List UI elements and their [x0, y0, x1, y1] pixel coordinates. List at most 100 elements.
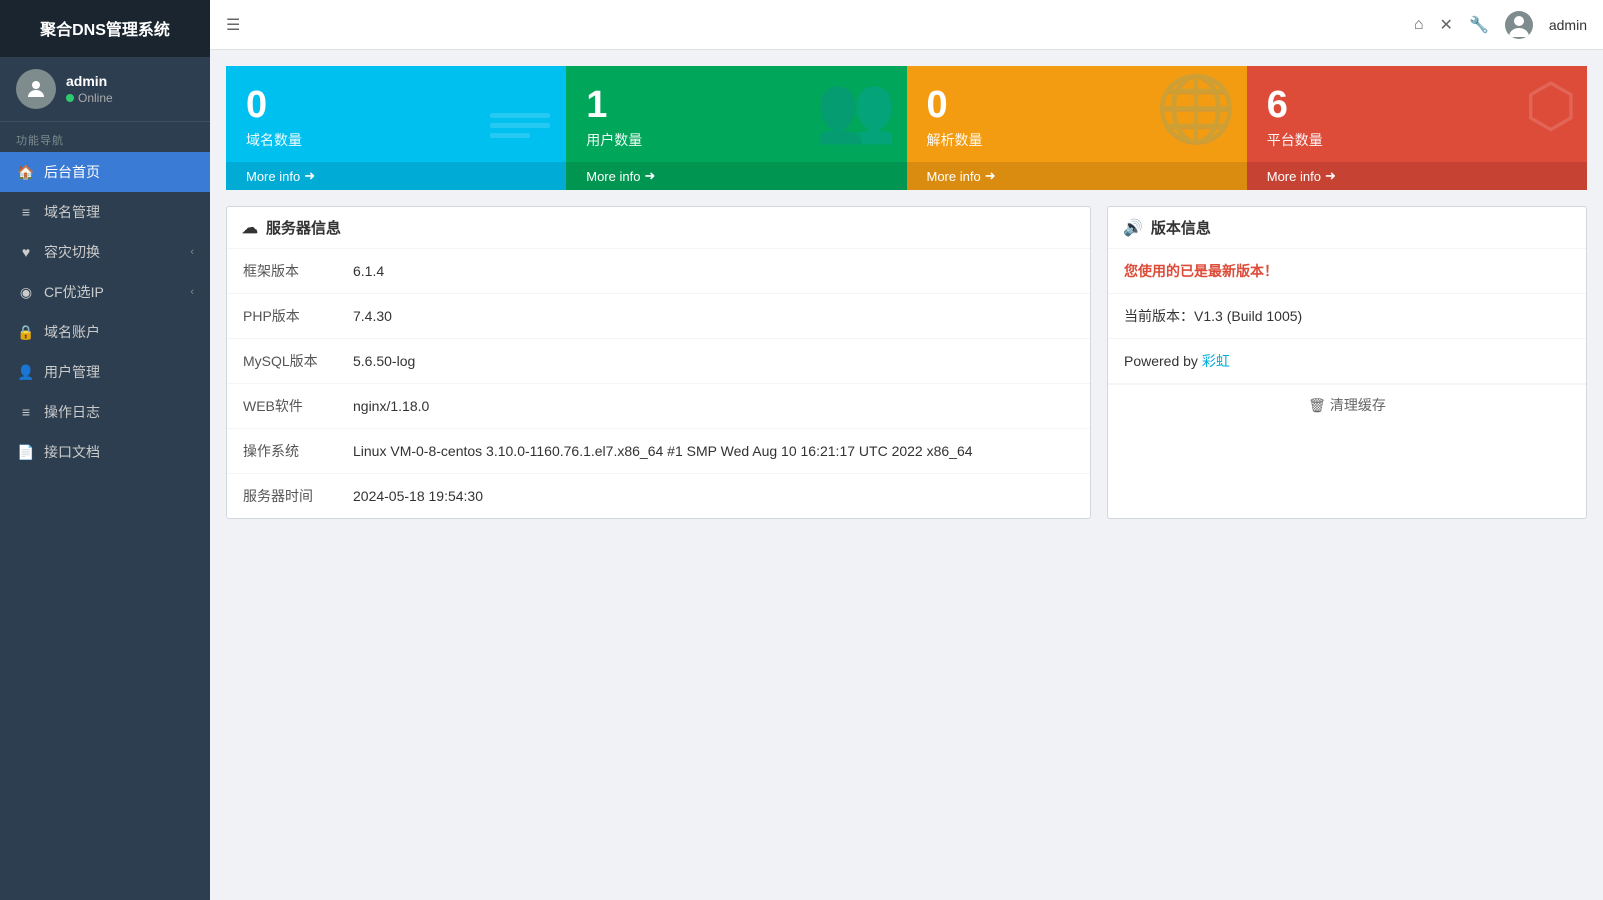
stat-more-info-resolve[interactable]: More info ➜: [907, 162, 1247, 190]
sidebar-icon-logs: ≡: [16, 404, 36, 420]
main-area: ☰ ⌂ ✕ 🔧 admin 0 域名数量 More info ➜ 1 用户数量 …: [210, 0, 1603, 900]
table-row: 服务器时间2024-05-18 19:54:30: [227, 474, 1090, 519]
sidebar-user: admin Online: [0, 57, 210, 122]
more-info-text-users: More info: [586, 169, 640, 184]
info-key: MySQL版本: [227, 339, 337, 384]
info-value: 7.4.30: [337, 294, 1090, 339]
clear-cache-button[interactable]: 🗑 清理缓存: [1108, 384, 1586, 425]
powered-by-prefix: Powered by: [1124, 353, 1202, 369]
sidebar-label-apidoc: 接口文档: [44, 442, 194, 462]
current-version: 当前版本：V1.3 (Build 1005): [1108, 294, 1586, 339]
avatar: [16, 69, 56, 109]
server-info-body: 框架版本6.1.4PHP版本7.4.30MySQL版本5.6.50-logWEB…: [227, 249, 1090, 518]
sidebar-item-switch[interactable]: ♥ 容灾切换 ‹: [0, 232, 210, 272]
close-icon[interactable]: ✕: [1440, 15, 1453, 35]
sidebar-item-cf[interactable]: ◉ CF优选IP ‹: [0, 272, 210, 312]
sidebar: 聚合DNS管理系统 admin Online 功能导航 🏠 后台首页 ≡ 域名管…: [0, 0, 210, 900]
stat-more-info-users[interactable]: More info ➜: [566, 162, 906, 190]
sidebar-label-logs: 操作日志: [44, 402, 194, 422]
sidebar-status: Online: [66, 91, 113, 105]
stat-label-platform: 平台数量: [1267, 130, 1567, 150]
sidebar-label-domain: 域名管理: [44, 202, 194, 222]
table-row: MySQL版本5.6.50-log: [227, 339, 1090, 384]
sidebar-icon-domain: ≡: [16, 204, 36, 220]
arrow-icon-platform: ➜: [1325, 168, 1336, 184]
more-info-text-resolve: More info: [927, 169, 981, 184]
sidebar-item-users[interactable]: 👤 用户管理: [0, 352, 210, 392]
topbar-right: ⌂ ✕ 🔧 admin: [1414, 11, 1587, 39]
info-key: 框架版本: [227, 249, 337, 294]
more-info-text-domains: More info: [246, 169, 300, 184]
stats-row: 0 域名数量 More info ➜ 1 用户数量 👥 More info ➜ …: [226, 66, 1587, 190]
latest-version-msg: 您使用的已是最新版本！: [1108, 249, 1586, 294]
version-info-body: 您使用的已是最新版本！ 当前版本：V1.3 (Build 1005) Power…: [1108, 249, 1586, 425]
info-value: 2024-05-18 19:54:30: [337, 474, 1090, 519]
status-dot: [66, 94, 74, 102]
sidebar-label-home: 后台首页: [44, 162, 194, 182]
sidebar-icon-account: 🔒: [16, 324, 36, 341]
server-info-header: ☁ 服务器信息: [227, 207, 1090, 249]
stat-more-info-platform[interactable]: More info ➜: [1247, 162, 1587, 190]
tool-icon[interactable]: 🔧: [1469, 15, 1489, 35]
info-value: nginx/1.18.0: [337, 384, 1090, 429]
stat-card-platform: 6 平台数量 ⬡ More info ➜: [1247, 66, 1587, 190]
arrow-icon-domains: ➜: [304, 168, 315, 184]
sidebar-section-label: 功能导航: [0, 122, 210, 152]
content-area: 0 域名数量 More info ➜ 1 用户数量 👥 More info ➜ …: [210, 50, 1603, 900]
chevron-icon-cf: ‹: [190, 286, 194, 298]
sidebar-icon-users: 👤: [16, 364, 36, 381]
speaker-icon: 🔊: [1123, 218, 1143, 238]
sidebar-item-apidoc[interactable]: 📄 接口文档: [0, 432, 210, 472]
sidebar-label-users: 用户管理: [44, 362, 194, 382]
topbar: ☰ ⌂ ✕ 🔧 admin: [210, 0, 1603, 50]
sidebar-item-logs[interactable]: ≡ 操作日志: [0, 392, 210, 432]
sidebar-icon-cf: ◉: [16, 284, 36, 301]
arrow-icon-resolve: ➜: [985, 168, 996, 184]
status-text: Online: [78, 91, 113, 105]
stat-card-users: 1 用户数量 👥 More info ➜: [566, 66, 906, 190]
server-info-title: 服务器信息: [266, 217, 341, 238]
cloud-icon: ☁: [242, 218, 258, 238]
info-value: 6.1.4: [337, 249, 1090, 294]
powered-by-link[interactable]: 彩虹: [1202, 353, 1230, 369]
stat-card-domains: 0 域名数量 More info ➜: [226, 66, 566, 190]
server-info-panel: ☁ 服务器信息 框架版本6.1.4PHP版本7.4.30MySQL版本5.6.5…: [226, 206, 1091, 519]
table-row: 操作系统Linux VM-0-8-centos 3.10.0-1160.76.1…: [227, 429, 1090, 474]
info-key: 服务器时间: [227, 474, 337, 519]
version-info-title: 版本信息: [1151, 217, 1211, 238]
info-value: Linux VM-0-8-centos 3.10.0-1160.76.1.el7…: [337, 429, 1090, 474]
chevron-icon-switch: ‹: [190, 246, 194, 258]
main-panels: ☁ 服务器信息 框架版本6.1.4PHP版本7.4.30MySQL版本5.6.5…: [226, 206, 1587, 519]
sidebar-nav: 🏠 后台首页 ≡ 域名管理 ♥ 容灾切换 ‹ ◉ CF优选IP ‹ 🔒 域名账户…: [0, 152, 210, 472]
stat-more-info-domains[interactable]: More info ➜: [226, 162, 566, 190]
sidebar-icon-apidoc: 📄: [16, 444, 36, 461]
version-info-panel: 🔊 版本信息 您使用的已是最新版本！ 当前版本：V1.3 (Build 1005…: [1107, 206, 1587, 519]
sidebar-item-domain[interactable]: ≡ 域名管理: [0, 192, 210, 232]
home-icon[interactable]: ⌂: [1414, 16, 1424, 34]
menu-toggle-icon[interactable]: ☰: [226, 15, 240, 35]
more-info-text-platform: More info: [1267, 169, 1321, 184]
sidebar-label-account: 域名账户: [44, 322, 194, 342]
sidebar-icon-home: 🏠: [16, 164, 36, 181]
info-key: WEB软件: [227, 384, 337, 429]
sidebar-item-home[interactable]: 🏠 后台首页: [0, 152, 210, 192]
version-info-header: 🔊 版本信息: [1108, 207, 1586, 249]
server-info-table: 框架版本6.1.4PHP版本7.4.30MySQL版本5.6.50-logWEB…: [227, 249, 1090, 518]
powered-by: Powered by 彩虹: [1108, 339, 1586, 384]
stat-card-resolve: 0 解析数量 🌐 More info ➜: [907, 66, 1247, 190]
sidebar-item-account[interactable]: 🔒 域名账户: [0, 312, 210, 352]
info-key: 操作系统: [227, 429, 337, 474]
user-avatar-icon: [1505, 11, 1533, 39]
topbar-left: ☰: [226, 15, 240, 35]
stat-number-platform: 6: [1267, 86, 1567, 124]
sidebar-label-cf: CF优选IP: [44, 282, 190, 302]
table-row: 框架版本6.1.4: [227, 249, 1090, 294]
arrow-icon-users: ➜: [644, 168, 655, 184]
table-row: PHP版本7.4.30: [227, 294, 1090, 339]
table-row: WEB软件nginx/1.18.0: [227, 384, 1090, 429]
sidebar-label-switch: 容灾切换: [44, 242, 190, 262]
info-value: 5.6.50-log: [337, 339, 1090, 384]
sidebar-username: admin: [66, 73, 113, 89]
topbar-username: admin: [1549, 17, 1587, 33]
app-title: 聚合DNS管理系统: [0, 0, 210, 57]
